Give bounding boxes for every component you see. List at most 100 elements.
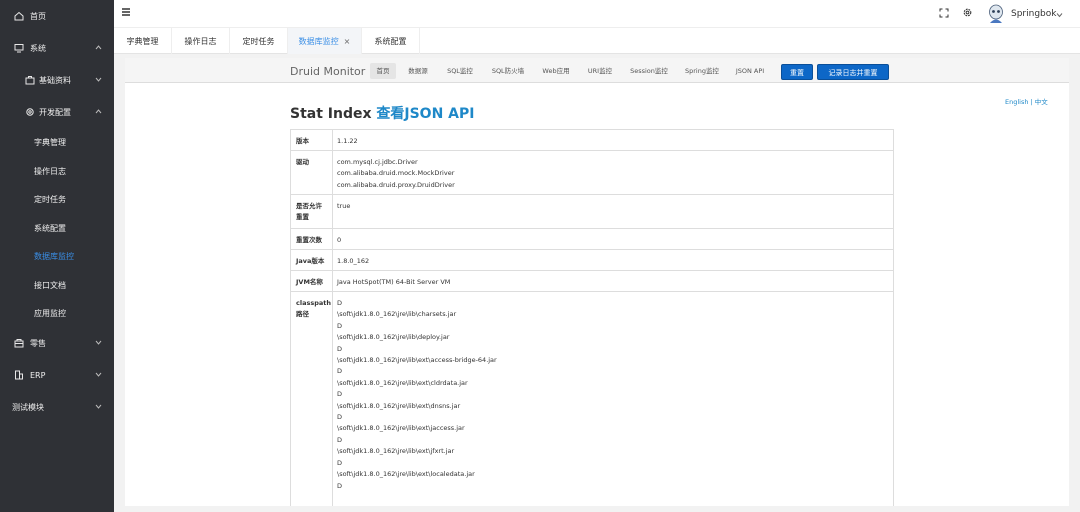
chevron-up-icon xyxy=(95,108,102,115)
tab-oplog[interactable]: 操作日志 xyxy=(172,28,230,54)
sidebar-item-label: 数据库监控 xyxy=(34,251,74,261)
chevron-down-icon xyxy=(95,371,102,378)
sidebar-item-oplog[interactable]: 操作日志 xyxy=(0,157,114,185)
row-value: com.mysql.cj.jdbc.Driver com.alibaba.dru… xyxy=(337,151,893,197)
row-key: JVM名称 xyxy=(291,271,333,291)
settings-gear-icon[interactable] xyxy=(962,7,973,18)
druid-nav-spring[interactable]: Spring监控 xyxy=(680,63,724,79)
close-icon[interactable]: × xyxy=(344,37,351,46)
row-key: classpath路径 xyxy=(291,292,333,506)
log-and-reset-button[interactable]: 记录日志并重置 xyxy=(817,64,889,80)
value-line: D xyxy=(337,299,343,307)
druid-navbar: Druid Monitor 首页 数据源 SQL监控 SQL防火墙 Web应用 … xyxy=(125,58,1069,83)
value-line: 0 xyxy=(337,236,342,244)
shop-icon xyxy=(14,338,24,348)
sidebar-item-cron[interactable]: 定时任务 xyxy=(0,185,114,213)
druid-nav-uri[interactable]: URI监控 xyxy=(581,63,619,79)
druid-nav-home[interactable]: 首页 xyxy=(370,63,396,79)
tab-sysconfig[interactable]: 系统配置 xyxy=(362,28,420,54)
value-line: D xyxy=(337,321,343,330)
briefcase-icon xyxy=(25,75,35,85)
sidebar-item-basic-data[interactable]: 基础资料 xyxy=(0,66,114,94)
language-switch[interactable]: English | 中文 xyxy=(1005,96,1048,106)
chevron-down-icon xyxy=(95,339,102,346)
value-line: \soft\jdk1.8.0_162\jre\lib\ext\cldrdata.… xyxy=(337,378,468,387)
value-line: 1.1.22 xyxy=(337,137,358,145)
tab-cron[interactable]: 定时任务 xyxy=(230,28,288,54)
druid-nav-webapp[interactable]: Web应用 xyxy=(537,63,575,79)
table-row: 版本 1.1.22 xyxy=(291,130,893,151)
sidebar-item-sysconfig[interactable]: 系统配置 xyxy=(0,214,114,242)
table-row: 是否允许重置 true xyxy=(291,195,893,229)
value-line: 1.8.0_162 xyxy=(337,257,370,265)
value-line: D xyxy=(337,390,343,399)
reset-button[interactable]: 重置 xyxy=(781,64,813,80)
sidebar-item-label: 接口文档 xyxy=(34,280,66,290)
row-value: 1.8.0_162 xyxy=(337,250,893,273)
sidebar-item-label: 基础资料 xyxy=(39,75,71,85)
topbar: Springbok xyxy=(114,0,1080,28)
sidebar-item-label: 系统 xyxy=(30,43,46,53)
table-row: 重置次数 0 xyxy=(291,229,893,250)
value-line: D xyxy=(337,413,343,422)
table-row: 驱动 com.mysql.cj.jdbc.Driver com.alibaba.… xyxy=(291,151,893,195)
sidebar-item-dict[interactable]: 字典管理 xyxy=(0,128,114,156)
row-value: 0 xyxy=(337,229,893,252)
value-line: D xyxy=(337,458,343,467)
row-key: 驱动 xyxy=(291,151,333,194)
druid-nav-sql[interactable]: SQL监控 xyxy=(440,63,480,79)
sidebar-item-test-module[interactable]: 测试模块 xyxy=(0,393,114,421)
sidebar-item-api-docs[interactable]: 接口文档 xyxy=(0,271,114,299)
sidebar-item-label: ERP xyxy=(30,370,46,380)
value-line: com.alibaba.druid.proxy.DruidDriver xyxy=(337,180,455,189)
sidebar-item-label: 测试模块 xyxy=(12,402,44,412)
chevron-down-icon[interactable] xyxy=(1056,11,1063,18)
value-line: true xyxy=(337,202,351,210)
tab-db-monitor[interactable]: 数据库监控 × xyxy=(288,28,362,54)
chevron-down-icon xyxy=(95,403,102,410)
row-key: Java版本 xyxy=(291,250,333,270)
tab-dict[interactable]: 字典管理 xyxy=(114,28,172,54)
menu-toggle-icon[interactable] xyxy=(121,7,131,17)
sidebar-item-system[interactable]: 系统 xyxy=(0,34,114,62)
sidebar-item-db-monitor[interactable]: 数据库监控 xyxy=(0,242,114,270)
row-value: true xyxy=(337,195,893,218)
username[interactable]: Springbok xyxy=(1011,9,1056,19)
value-line: com.alibaba.druid.mock.MockDriver xyxy=(337,169,455,178)
fullscreen-icon[interactable] xyxy=(939,8,949,18)
sidebar-item-label: 零售 xyxy=(30,338,46,348)
druid-nav-session[interactable]: Session监控 xyxy=(625,63,673,79)
sidebar-item-label: 首页 xyxy=(30,11,46,21)
value-line: \soft\jdk1.8.0_162\jre\lib\charsets.jar xyxy=(337,310,457,319)
sidebar-item-home[interactable]: 首页 xyxy=(0,2,114,30)
tab-label: 操作日志 xyxy=(184,36,217,46)
table-row: Java版本 1.8.0_162 xyxy=(291,250,893,271)
home-icon xyxy=(14,11,24,21)
chevron-down-icon xyxy=(95,76,102,83)
stat-info-table: 版本 1.1.22 驱动 com.mysql.cj.jdbc.Driver co… xyxy=(290,129,894,506)
druid-nav-sql-firewall[interactable]: SQL防火墙 xyxy=(486,63,530,79)
sidebar-item-app-monitor[interactable]: 应用监控 xyxy=(0,299,114,327)
avatar[interactable] xyxy=(987,4,1005,24)
sidebar-item-erp[interactable]: ERP xyxy=(0,361,114,389)
row-value: Java HotSpot(TM) 64-Bit Server VM xyxy=(337,271,893,294)
tab-label: 系统配置 xyxy=(374,36,407,46)
druid-brand[interactable]: Druid Monitor xyxy=(290,65,365,78)
druid-nav-json-api[interactable]: JSON API xyxy=(730,63,770,79)
row-value: 1.1.22 xyxy=(337,130,893,153)
value-line: \soft\jdk1.8.0_162\jre\lib\ext\localedat… xyxy=(337,470,475,479)
chevron-up-icon xyxy=(95,44,102,51)
json-api-link[interactable]: 查看JSON API xyxy=(376,106,474,122)
row-value: D \soft\jdk1.8.0_162\jre\lib\charsets.ja… xyxy=(337,292,893,498)
sidebar-item-dev-config[interactable]: 开发配置 xyxy=(0,98,114,126)
building-icon xyxy=(14,370,24,380)
sidebar-item-retail[interactable]: 零售 xyxy=(0,329,114,357)
tab-label: 定时任务 xyxy=(242,36,275,46)
value-line: com.mysql.cj.jdbc.Driver xyxy=(337,158,418,166)
value-line: Java HotSpot(TM) 64-Bit Server VM xyxy=(337,278,451,286)
druid-frame: Druid Monitor 首页 数据源 SQL监控 SQL防火墙 Web应用 … xyxy=(125,58,1069,506)
sidebar: 首页 系统 基础资料 开发配置 字典管理 操作日志 定时任务 系统配置 数据库监… xyxy=(0,0,114,512)
druid-nav-datasource[interactable]: 数据源 xyxy=(403,63,433,79)
sidebar-item-label: 应用监控 xyxy=(34,308,66,318)
value-line: \soft\jdk1.8.0_162\jre\lib\ext\access-br… xyxy=(337,356,497,365)
